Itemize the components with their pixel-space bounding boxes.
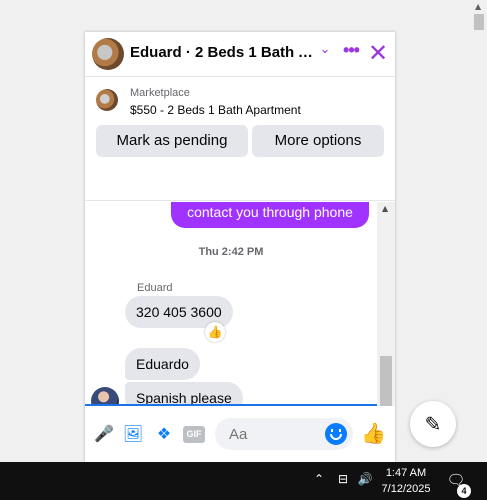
- taskbar: ⌃ ⊟ 🔊 1:47 AM 7/12/2025 🗨 4: [0, 462, 487, 500]
- compose-icon: ✎: [424, 412, 442, 436]
- emoji-mouth: [330, 434, 342, 440]
- image-icon[interactable]: 🖼: [122, 424, 144, 446]
- page-scrollbar-thumb[interactable]: [474, 14, 484, 30]
- more-options-icon[interactable]: •••: [341, 40, 361, 64]
- sticker-icon[interactable]: ❖: [153, 424, 175, 446]
- notification-count-badge: 4: [457, 484, 471, 498]
- taskbar-clock[interactable]: 1:47 AM 7/12/2025: [378, 465, 434, 497]
- new-message-button[interactable]: ✎: [410, 401, 456, 447]
- listing-info: Marketplace $550 - 2 Beds 1 Bath Apartme…: [85, 76, 395, 201]
- clock-time: 1:47 AM: [385, 467, 427, 479]
- listing-title[interactable]: $550 - 2 Beds 1 Bath Apartment: [130, 103, 301, 117]
- scroll-up-arrow-icon[interactable]: ▲: [382, 204, 388, 213]
- clock-date: 7/12/2025: [381, 483, 431, 495]
- listing-thumbnail[interactable]: [96, 89, 118, 111]
- chevron-down-icon[interactable]: ⌄: [317, 42, 333, 64]
- emoji-eyes: [331, 429, 341, 432]
- composer-focus-line: [85, 404, 377, 406]
- incoming-message[interactable]: Eduardo: [125, 348, 200, 380]
- marketplace-label: Marketplace: [130, 87, 190, 99]
- scroll-up-arrow-icon[interactable]: ▲: [475, 2, 481, 11]
- microphone-icon[interactable]: 🎤: [93, 424, 115, 446]
- gif-icon[interactable]: GIF: [183, 426, 205, 443]
- mark-as-pending-button[interactable]: Mark as pending: [96, 125, 248, 157]
- thumbs-up-icon[interactable]: 👍: [205, 322, 225, 342]
- message-list[interactable]: contact you through phone Thu 2:42 PM Ed…: [85, 202, 377, 435]
- listing-avatar[interactable]: [92, 38, 124, 70]
- chat-title[interactable]: Eduard · 2 Beds 1 Bath Apa...: [130, 44, 320, 61]
- show-hidden-icons-icon[interactable]: ⌃: [312, 472, 326, 488]
- close-icon[interactable]: ✕: [367, 40, 389, 66]
- message-scrollbar[interactable]: ▲ ▼: [377, 202, 395, 435]
- message-timestamp: Thu 2:42 PM: [198, 246, 264, 258]
- chat-header: Eduard · 2 Beds 1 Bath Apa... ⌄ ••• ✕: [85, 32, 395, 76]
- sender-name: Eduard: [137, 282, 173, 294]
- network-icon[interactable]: ⊟: [334, 472, 352, 488]
- emoji-icon[interactable]: [325, 423, 347, 445]
- more-options-button[interactable]: More options: [252, 125, 384, 157]
- volume-icon[interactable]: 🔊: [356, 472, 374, 488]
- like-icon[interactable]: 👍: [361, 420, 386, 446]
- outgoing-message[interactable]: contact you through phone: [171, 202, 369, 228]
- page-scrollbar[interactable]: ▲: [471, 0, 487, 462]
- chat-window: Eduard · 2 Beds 1 Bath Apa... ⌄ ••• ✕ Ma…: [85, 32, 395, 462]
